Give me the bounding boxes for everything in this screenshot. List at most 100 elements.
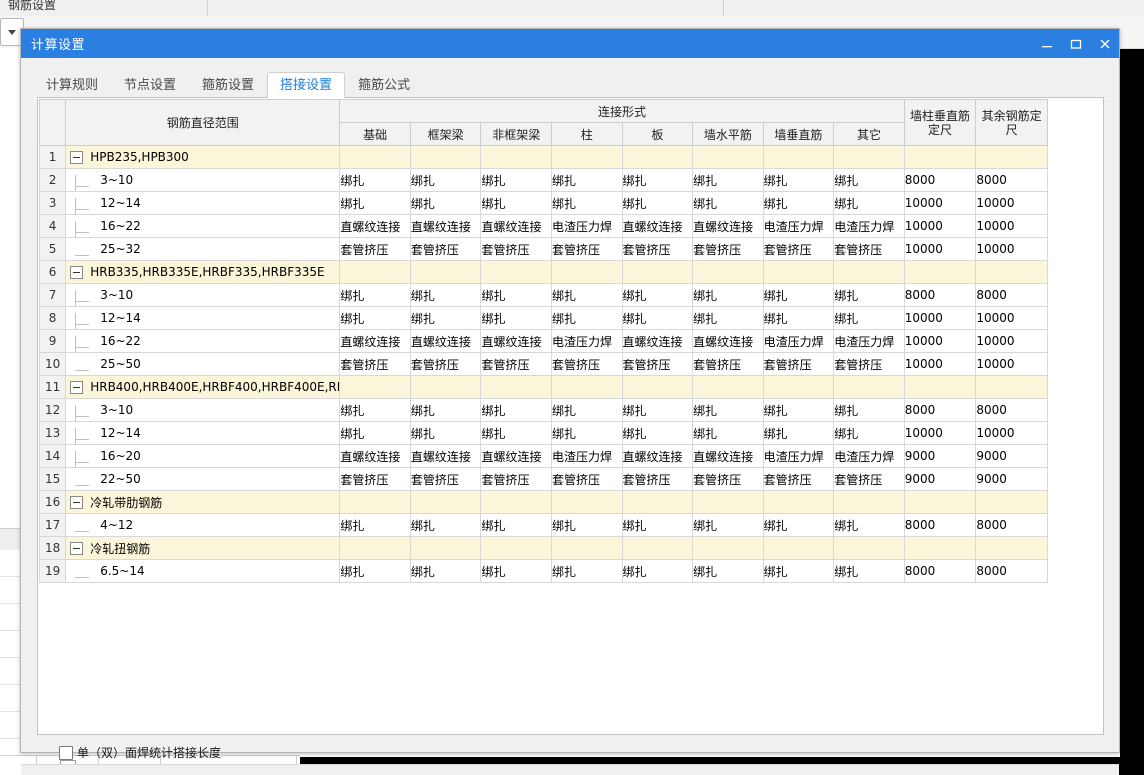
tab-node-settings[interactable]: 节点设置	[111, 72, 190, 98]
table-row[interactable]: 9 16~22 直螺纹连接 直螺纹连接 直螺纹连接 电渣压力焊 直螺纹连接 直螺纹连接 电渣压力…	[38, 329, 1048, 353]
cell-wall-vertical[interactable]: 绑扎	[762, 283, 835, 307]
row-number[interactable]: 5	[38, 237, 67, 261]
row-number[interactable]: 14	[38, 444, 67, 468]
row-number[interactable]: 10	[38, 352, 67, 376]
cell-frame-beam[interactable]: 绑扎	[409, 559, 482, 583]
table-row[interactable]: 4 16~22 直螺纹连接 直螺纹连接 直螺纹连接 电渣压力焊 直螺纹连接 直螺纹连接 电渣压力…	[38, 214, 1048, 238]
cell-non-frame-beam[interactable]: 绑扎	[480, 306, 552, 330]
cell-other[interactable]: 电渣压力焊	[833, 444, 905, 468]
row-number[interactable]: 13	[38, 421, 67, 445]
cell-other-rebar-length[interactable]: 10000	[975, 329, 1048, 353]
cell-wall-vertical[interactable]: 套管挤压	[762, 352, 835, 376]
cell-wall-vertical[interactable]: 绑扎	[762, 168, 835, 192]
cell-foundation[interactable]	[339, 260, 411, 284]
cell-column[interactable]: 绑扎	[551, 421, 623, 445]
rebar-type-cell[interactable]: 22~50	[65, 467, 341, 491]
cell-frame-beam[interactable]: 绑扎	[409, 421, 482, 445]
cell-wall-horizontal[interactable]: 绑扎	[692, 168, 764, 192]
single-double-weld-row[interactable]: 单（双）面焊统计搭接长度	[59, 744, 221, 761]
col-header-foundation[interactable]: 基础	[339, 122, 411, 146]
cell-wall-column-vertical-length[interactable]	[903, 490, 977, 514]
cell-other[interactable]: 套管挤压	[833, 352, 905, 376]
cell-other[interactable]: 绑扎	[833, 191, 905, 215]
cell-other-rebar-length[interactable]: 8000	[975, 398, 1048, 422]
cell-other[interactable]: 绑扎	[833, 398, 905, 422]
tab-calculation-rules[interactable]: 计算规则	[33, 72, 112, 98]
dialog-titlebar[interactable]: 计算设置	[21, 29, 1119, 58]
cell-slab[interactable]: 绑扎	[621, 191, 694, 215]
cell-wall-column-vertical-length[interactable]	[903, 145, 977, 169]
cell-non-frame-beam[interactable]: 绑扎	[480, 168, 552, 192]
cell-slab[interactable]	[621, 375, 694, 399]
col-header-wall-column-vertical[interactable]: 墙柱垂直筋定尺	[903, 99, 977, 146]
cell-other[interactable]: 绑扎	[833, 513, 905, 537]
cell-non-frame-beam[interactable]: 绑扎	[480, 191, 552, 215]
rebar-type-cell[interactable]: 16~22	[65, 214, 341, 238]
cell-other-rebar-length[interactable]	[975, 490, 1048, 514]
close-button[interactable]	[1090, 29, 1119, 58]
cell-other[interactable]: 电渣压力焊	[833, 329, 905, 353]
cell-slab[interactable]: 绑扎	[621, 306, 694, 330]
cell-frame-beam[interactable]: 绑扎	[409, 306, 482, 330]
cell-wall-vertical[interactable]: 绑扎	[762, 421, 835, 445]
cell-foundation[interactable]	[339, 145, 411, 169]
cell-wall-column-vertical-length[interactable]: 10000	[903, 191, 977, 215]
rebar-type-cell[interactable]: HRB400,HRB400E,HRBF400,HRBF400E,RR...	[65, 375, 341, 399]
cell-other[interactable]	[833, 145, 905, 169]
collapse-icon[interactable]	[70, 265, 84, 279]
rebar-type-cell[interactable]: 25~32	[65, 237, 341, 261]
cell-frame-beam[interactable]: 套管挤压	[409, 352, 482, 376]
rebar-type-cell[interactable]: 25~50	[65, 352, 341, 376]
cell-foundation[interactable]: 绑扎	[339, 168, 411, 192]
cell-other[interactable]	[833, 490, 905, 514]
table-row[interactable]: 5 25~32 套管挤压 套管挤压 套管挤压 套管挤压 套管挤压 套管挤压 套管挤压 套管挤压 10…	[38, 237, 1048, 261]
col-header-slab[interactable]: 板	[621, 122, 694, 146]
table-row[interactable]: 7 3~10 绑扎 绑扎 绑扎 绑扎 绑扎 绑扎 绑扎 绑扎 8000 8000	[38, 283, 1048, 307]
cell-other[interactable]: 绑扎	[833, 559, 905, 583]
cell-wall-vertical[interactable]: 电渣压力焊	[762, 444, 835, 468]
tab-lap-settings[interactable]: 搭接设置	[267, 72, 346, 98]
cell-slab[interactable]: 直螺纹连接	[621, 329, 694, 353]
row-number[interactable]: 4	[38, 214, 67, 238]
cell-other[interactable]: 套管挤压	[833, 467, 905, 491]
cell-wall-column-vertical-length[interactable]: 8000	[903, 513, 977, 537]
cell-non-frame-beam[interactable]: 绑扎	[480, 513, 552, 537]
cell-wall-column-vertical-length[interactable]: 8000	[903, 283, 977, 307]
cell-wall-column-vertical-length[interactable]: 8000	[903, 168, 977, 192]
cell-non-frame-beam[interactable]: 套管挤压	[480, 237, 552, 261]
cell-other-rebar-length[interactable]: 10000	[975, 191, 1048, 215]
table-row[interactable]: 13 12~14 绑扎 绑扎 绑扎 绑扎 绑扎 绑扎 绑扎 绑扎 10000 10000	[38, 421, 1048, 445]
cell-slab[interactable]	[621, 260, 694, 284]
cell-wall-vertical[interactable]: 电渣压力焊	[762, 214, 835, 238]
cell-non-frame-beam[interactable]: 直螺纹连接	[480, 214, 552, 238]
row-number[interactable]: 3	[38, 191, 67, 215]
cell-other[interactable]	[833, 260, 905, 284]
table-row[interactable]: 14 16~20 直螺纹连接 直螺纹连接 直螺纹连接 电渣压力焊 直螺纹连接 直螺纹连接 电渣压…	[38, 444, 1048, 468]
cell-non-frame-beam[interactable]: 绑扎	[480, 559, 552, 583]
table-row[interactable]: 17 4~12 绑扎 绑扎 绑扎 绑扎 绑扎 绑扎 绑扎 绑扎 8000 8000	[38, 513, 1048, 537]
cell-wall-column-vertical-length[interactable]: 10000	[903, 352, 977, 376]
cell-column[interactable]: 绑扎	[551, 191, 623, 215]
cell-column[interactable]: 电渣压力焊	[551, 444, 623, 468]
maximize-button[interactable]	[1061, 29, 1090, 58]
cell-slab[interactable]: 套管挤压	[621, 467, 694, 491]
collapse-icon[interactable]	[70, 150, 84, 164]
cell-column[interactable]: 套管挤压	[551, 352, 623, 376]
cell-non-frame-beam[interactable]: 绑扎	[480, 283, 552, 307]
cell-non-frame-beam[interactable]: 直螺纹连接	[480, 329, 552, 353]
cell-wall-horizontal[interactable]: 套管挤压	[692, 237, 764, 261]
cell-wall-horizontal[interactable]	[692, 536, 764, 560]
row-number[interactable]: 11	[38, 375, 67, 399]
cell-other[interactable]: 绑扎	[833, 421, 905, 445]
cell-wall-horizontal[interactable]: 直螺纹连接	[692, 214, 764, 238]
col-header-other-rebar[interactable]: 其余钢筋定尺	[975, 99, 1048, 146]
cell-foundation[interactable]: 绑扎	[339, 191, 411, 215]
cell-slab[interactable]: 直螺纹连接	[621, 214, 694, 238]
cell-foundation[interactable]: 绑扎	[339, 398, 411, 422]
col-header-wall-horizontal[interactable]: 墙水平筋	[692, 122, 764, 146]
rebar-type-cell[interactable]: 12~14	[65, 191, 341, 215]
cell-foundation[interactable]	[339, 375, 411, 399]
cell-slab[interactable]: 直螺纹连接	[621, 444, 694, 468]
col-header-other[interactable]: 其它	[833, 122, 905, 146]
tab-stirrup-settings[interactable]: 箍筋设置	[189, 72, 268, 98]
